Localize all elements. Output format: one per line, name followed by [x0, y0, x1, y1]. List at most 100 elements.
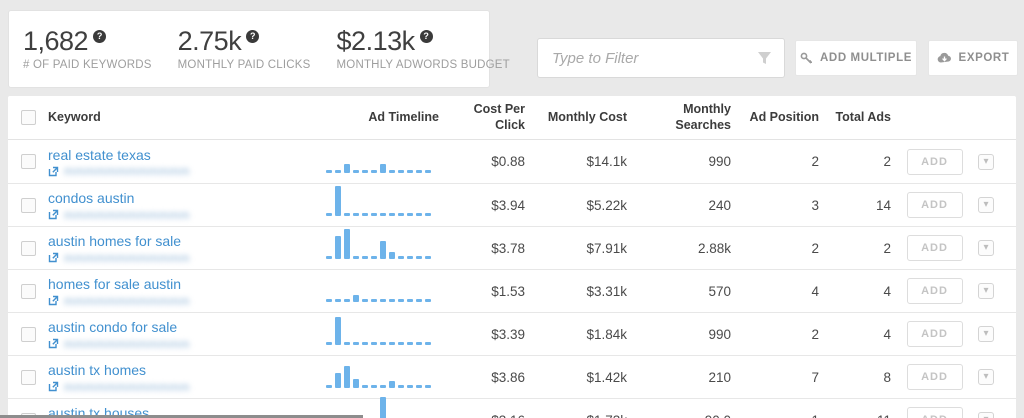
table-body: real estate texas mmmmmmmmmmmm $0.88 $14…	[8, 140, 1016, 418]
keyword-link[interactable]: austin condo for sale	[48, 319, 318, 335]
row-checkbox[interactable]	[20, 283, 36, 299]
ad-position-value: 4	[811, 283, 819, 299]
external-link-icon[interactable]	[48, 381, 59, 392]
row-checkbox[interactable]	[20, 326, 36, 342]
select-all-checkbox[interactable]	[20, 110, 36, 125]
ad-timeline-sparkline	[318, 186, 445, 223]
total-ads-value: 2	[883, 154, 891, 169]
monthly-searches-value: 90.0	[627, 413, 731, 418]
timeline-dash	[380, 299, 386, 302]
timeline-dash	[398, 169, 404, 173]
keyword-link[interactable]: austin tx homes	[48, 362, 318, 378]
timeline-dash	[362, 385, 368, 388]
help-icon[interactable]	[246, 29, 260, 43]
timeline-dash	[371, 169, 377, 173]
timeline-bar	[335, 236, 341, 259]
total-ads-value: 8	[883, 369, 891, 385]
row-options-caret-icon[interactable]	[978, 412, 994, 418]
funnel-icon[interactable]	[757, 51, 772, 66]
add-keyword-button[interactable]: ADD	[906, 278, 963, 304]
row-checkbox[interactable]	[20, 197, 36, 213]
row-options-caret-icon[interactable]	[978, 283, 994, 299]
timeline-bar	[353, 295, 359, 302]
timeline-dash	[407, 213, 413, 216]
column-header-ad-timeline[interactable]: Ad Timeline	[318, 110, 445, 126]
ad-timeline-sparkline	[318, 359, 445, 395]
monthly-cost-value: $1.84k	[586, 326, 627, 342]
row-options-caret-icon[interactable]	[978, 197, 994, 213]
timeline-bar	[380, 241, 386, 259]
column-header-ad-position[interactable]: Ad Position	[731, 110, 819, 126]
keywords-table: Keyword Ad Timeline Cost Per Click Month…	[8, 96, 1016, 418]
monthly-searches-value: 210	[708, 369, 731, 385]
masked-domain-text: mmmmmmmmmmmm	[64, 250, 190, 265]
timeline-dash	[362, 169, 368, 173]
external-link-icon[interactable]	[48, 252, 59, 263]
cost-per-click-value: $0.88	[491, 154, 525, 169]
timeline-bar	[335, 317, 341, 345]
timeline-dash	[389, 213, 395, 216]
row-options-caret-icon[interactable]	[978, 369, 994, 385]
add-keyword-button[interactable]: ADD	[906, 192, 963, 218]
keyword-link[interactable]: condos austin	[48, 190, 318, 206]
help-icon[interactable]	[419, 29, 433, 43]
filter-input[interactable]	[538, 39, 784, 77]
timeline-dash	[380, 385, 386, 388]
ad-timeline-sparkline	[318, 316, 445, 352]
help-icon[interactable]	[93, 29, 107, 43]
table-row: condos austin mmmmmmmmmmmm $3.94 $5.22k …	[8, 183, 1016, 226]
total-ads-value: 11	[819, 413, 891, 418]
stat-monthly-clicks: 2.75k MONTHLY PAID CLICKS	[178, 26, 311, 71]
add-multiple-button[interactable]: ADD MULTIPLE	[795, 40, 917, 76]
add-keyword-button[interactable]: ADD	[906, 364, 963, 390]
add-keyword-button[interactable]: ADD	[906, 407, 963, 418]
row-options-caret-icon[interactable]	[978, 326, 994, 342]
monthly-cost-value: $14.1k	[586, 154, 627, 169]
masked-domain-text: mmmmmmmmmmmm	[64, 207, 190, 222]
row-checkbox[interactable]	[20, 369, 36, 385]
timeline-dash	[389, 342, 395, 345]
keyword-link[interactable]: austin homes for sale	[48, 233, 318, 249]
ppc-keywords-page: 1,682 # OF PAID KEYWORDS 2.75k MONTHLY P…	[0, 0, 1024, 418]
timeline-dash	[407, 342, 413, 345]
monthly-cost-value: $1.73k	[525, 413, 627, 418]
table-header-row: Keyword Ad Timeline Cost Per Click Month…	[8, 96, 1016, 140]
monthly-searches-value: 2.88k	[697, 240, 731, 256]
timeline-dash	[353, 213, 359, 216]
monthly-searches-value: 240	[708, 197, 731, 213]
ad-timeline-sparkline	[318, 273, 445, 309]
timeline-dash	[416, 213, 422, 216]
add-keyword-button[interactable]: ADD	[906, 235, 963, 261]
row-options-caret-icon[interactable]	[978, 153, 994, 170]
external-link-icon[interactable]	[48, 166, 59, 177]
add-keyword-button[interactable]: ADD	[906, 148, 963, 175]
timeline-dash	[416, 256, 422, 259]
cloud-download-icon	[937, 52, 951, 63]
timeline-bar	[380, 397, 386, 418]
stat-paid-keywords: 1,682 # OF PAID KEYWORDS	[23, 26, 152, 71]
external-link-icon[interactable]	[48, 295, 59, 306]
external-link-icon[interactable]	[48, 338, 59, 349]
keyword-link[interactable]: homes for sale austin	[48, 276, 318, 292]
timeline-bar	[389, 252, 395, 259]
row-options-caret-icon[interactable]	[978, 240, 994, 256]
column-header-monthly-cost[interactable]: Monthly Cost	[525, 110, 627, 126]
row-checkbox[interactable]	[20, 240, 36, 256]
ad-timeline-sparkline	[318, 229, 445, 266]
timeline-dash	[398, 385, 404, 388]
column-header-total-ads[interactable]: Total Ads	[819, 110, 891, 126]
keyword-link[interactable]: real estate texas	[48, 147, 318, 163]
timeline-bar	[344, 229, 350, 259]
column-header-cost-per-click[interactable]: Cost Per Click	[445, 102, 525, 133]
column-header-keyword[interactable]: Keyword	[48, 110, 318, 126]
add-keyword-button[interactable]: ADD	[906, 321, 963, 347]
row-checkbox[interactable]	[20, 154, 36, 169]
timeline-dash	[380, 342, 386, 345]
column-header-monthly-searches[interactable]: Monthly Searches	[627, 102, 731, 133]
monthly-cost-value: $1.42k	[586, 369, 627, 385]
export-button[interactable]: EXPORT	[928, 40, 1018, 76]
timeline-dash	[380, 213, 386, 216]
key-icon	[800, 52, 813, 64]
external-link-icon[interactable]	[48, 209, 59, 220]
timeline-dash	[416, 385, 422, 388]
